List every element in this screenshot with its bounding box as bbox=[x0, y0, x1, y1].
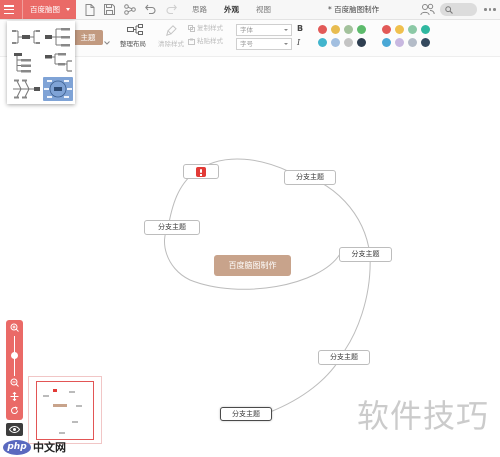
template-dropdown bbox=[7, 21, 75, 104]
search-icon bbox=[445, 6, 453, 14]
paste-style-icon[interactable] bbox=[188, 38, 195, 45]
navigator-toggle-button[interactable] bbox=[6, 423, 23, 436]
template-option-selected[interactable] bbox=[43, 77, 73, 101]
font-color-swatch[interactable] bbox=[318, 25, 327, 34]
minimap-node bbox=[43, 395, 49, 397]
save-icon[interactable] bbox=[104, 4, 115, 15]
minimap-node bbox=[53, 389, 57, 392]
branch-topic-selected[interactable]: 分支主题 bbox=[220, 407, 272, 421]
paste-style-label[interactable]: 粘贴样式 bbox=[197, 37, 223, 45]
zoom-in-icon[interactable] bbox=[10, 323, 19, 332]
mind-map-template-icon bbox=[12, 30, 40, 44]
branch-topic-icon-node[interactable] bbox=[183, 164, 219, 179]
minimap-node bbox=[69, 391, 75, 393]
php-logo-text: 中文网 bbox=[33, 441, 66, 454]
top-bar: 百度脑图 思路 外观 视图 * 百度脑图制作 bbox=[0, 0, 500, 20]
tab-appearance[interactable]: 外观 bbox=[224, 5, 239, 14]
chevron-down-icon bbox=[66, 8, 70, 11]
user-icon[interactable] bbox=[420, 3, 435, 16]
background-color-swatch[interactable] bbox=[408, 38, 417, 47]
chevron-down-icon bbox=[284, 29, 288, 31]
undo-icon[interactable] bbox=[145, 4, 156, 14]
share-icon[interactable] bbox=[124, 4, 136, 15]
template-option[interactable] bbox=[43, 25, 73, 49]
new-file-icon[interactable] bbox=[85, 4, 95, 16]
brand-label: 百度脑图 bbox=[30, 5, 60, 14]
background-color-swatch[interactable] bbox=[395, 38, 404, 47]
background-color-swatch[interactable] bbox=[382, 38, 391, 47]
font-family-placeholder: 字体 bbox=[240, 26, 253, 34]
chevron-down-icon bbox=[284, 43, 288, 45]
zoom-control bbox=[6, 320, 23, 420]
zoom-slider-handle[interactable] bbox=[11, 352, 18, 359]
template-option[interactable] bbox=[11, 77, 41, 101]
font-color-swatch[interactable] bbox=[357, 38, 366, 47]
font-color-swatch[interactable] bbox=[344, 38, 353, 47]
document-title: * 百度脑图制作 bbox=[328, 5, 380, 14]
copy-style-icon[interactable] bbox=[188, 25, 195, 32]
redo-icon[interactable] bbox=[166, 4, 177, 14]
zoom-out-icon[interactable] bbox=[10, 378, 19, 387]
reset-layout-label[interactable]: 整理布局 bbox=[120, 40, 146, 48]
theme-button[interactable]: 主题 bbox=[73, 30, 103, 45]
background-color-swatch[interactable] bbox=[382, 25, 391, 34]
template-option[interactable] bbox=[11, 25, 41, 49]
minimap-root-node bbox=[53, 404, 67, 407]
theme-chevron-down-icon[interactable] bbox=[104, 41, 110, 45]
more-icon[interactable] bbox=[484, 8, 496, 11]
branch-topic[interactable]: 分支主题 bbox=[284, 170, 336, 185]
tab-view[interactable]: 视图 bbox=[256, 5, 271, 14]
font-color-swatch[interactable] bbox=[318, 38, 327, 47]
fishbone-template-icon bbox=[13, 79, 40, 99]
background-color-swatch[interactable] bbox=[421, 38, 430, 47]
red-badge-icon bbox=[196, 167, 206, 177]
watermark-text: 软件技巧 bbox=[357, 397, 490, 435]
minimap-node bbox=[76, 405, 82, 407]
italic-button[interactable]: I bbox=[297, 38, 300, 48]
font-color-swatch[interactable] bbox=[357, 25, 366, 34]
copy-style-label[interactable]: 复制样式 bbox=[197, 24, 223, 32]
branch-topic[interactable]: 分支主题 bbox=[144, 220, 200, 235]
background-color-swatch[interactable] bbox=[421, 25, 430, 34]
minimap-viewport[interactable] bbox=[36, 381, 94, 440]
template-option[interactable] bbox=[11, 51, 41, 75]
brand-block: 百度脑图 bbox=[0, 0, 76, 19]
font-size-placeholder: 字号 bbox=[240, 40, 253, 48]
search-box[interactable] bbox=[440, 3, 477, 16]
font-color-swatch[interactable] bbox=[331, 38, 340, 47]
font-color-swatch[interactable] bbox=[331, 25, 340, 34]
logic-template-icon bbox=[45, 53, 72, 72]
background-color-swatch[interactable] bbox=[408, 25, 417, 34]
minimap-node bbox=[59, 432, 65, 434]
tab-thinking[interactable]: 思路 bbox=[192, 5, 207, 14]
font-size-select[interactable]: 字号 bbox=[236, 38, 292, 50]
brand-menu-button[interactable]: 百度脑图 bbox=[22, 0, 77, 19]
move-canvas-icon[interactable] bbox=[10, 392, 19, 401]
filetree-template-icon bbox=[14, 53, 31, 73]
font-color-swatch[interactable] bbox=[344, 25, 353, 34]
background-color-swatch[interactable] bbox=[395, 25, 404, 34]
right-structure-template-icon bbox=[45, 28, 70, 47]
appearance-toolbar: 主题 整理布局 清除样式 复制样式 粘贴样式 字体 字号 B I bbox=[0, 20, 500, 57]
template-option[interactable] bbox=[43, 51, 73, 75]
font-family-select[interactable]: 字体 bbox=[236, 24, 292, 36]
clear-style-label[interactable]: 清除样式 bbox=[158, 40, 184, 48]
reset-view-icon[interactable] bbox=[10, 406, 19, 415]
tianpan-template-icon bbox=[44, 80, 72, 98]
minimap-navigator[interactable] bbox=[28, 376, 102, 444]
menu-icon[interactable] bbox=[4, 5, 14, 15]
clear-style-brush-icon[interactable] bbox=[166, 25, 177, 36]
branch-topic[interactable]: 分支主题 bbox=[339, 247, 392, 262]
minimap-node bbox=[72, 421, 78, 423]
reset-layout-icon[interactable] bbox=[127, 24, 143, 36]
bold-button[interactable]: B bbox=[297, 24, 303, 34]
php-logo-mark: php bbox=[3, 440, 31, 455]
root-topic[interactable]: 百度脑图制作 bbox=[214, 255, 291, 276]
eye-icon bbox=[9, 426, 20, 433]
branch-topic[interactable]: 分支主题 bbox=[318, 350, 370, 365]
